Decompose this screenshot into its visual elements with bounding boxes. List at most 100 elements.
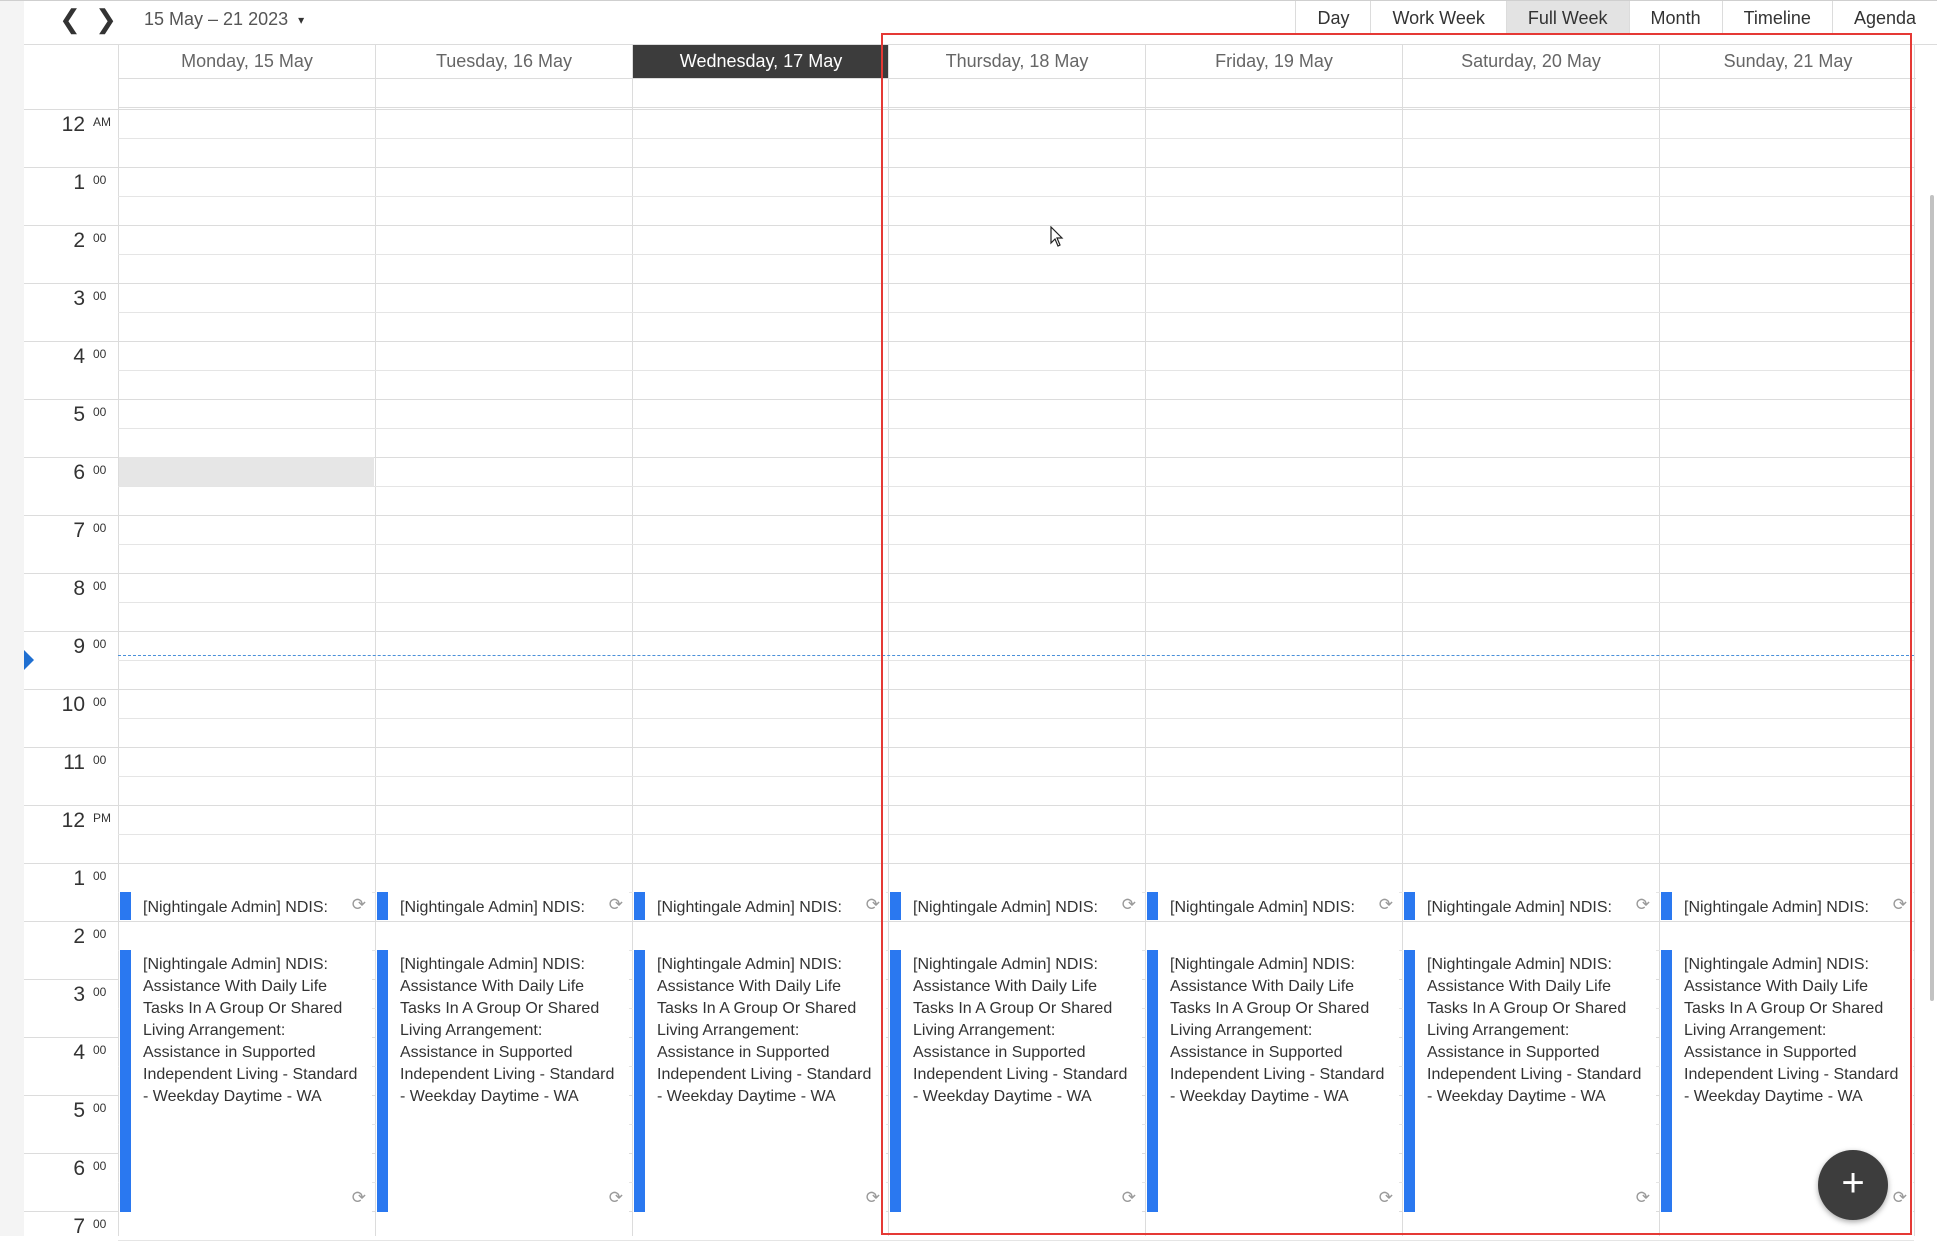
event-description: [Nightingale Admin] NDIS: Assistance With… <box>1170 954 1395 1108</box>
gutter-hour-line <box>24 979 118 980</box>
recurrence-icon: ⟳ <box>865 895 880 914</box>
recurrence-icon: ⟳ <box>608 1188 623 1207</box>
event-description-line: Tasks In A Group Or Shared <box>657 1000 857 1017</box>
event-color-bar <box>377 892 388 920</box>
all-day-cell[interactable] <box>375 78 632 108</box>
hour-number: 11 <box>63 751 85 774</box>
event-long[interactable]: [Nightingale Admin] NDIS: Assistance With… <box>889 950 1142 1212</box>
event-color-bar <box>120 950 131 1212</box>
all-day-cell[interactable] <box>632 78 889 108</box>
event-short[interactable]: [Nightingale Admin] NDIS: ⟳ <box>119 892 372 920</box>
event-long[interactable]: [Nightingale Admin] NDIS: Assistance With… <box>1403 950 1656 1212</box>
event-description-line: Independent Living - Standard <box>400 1066 615 1083</box>
event-short[interactable]: [Nightingale Admin] NDIS: ⟳ <box>1660 892 1913 920</box>
hour-number: 4 <box>73 345 85 368</box>
event-description-line: Assistance in Supported <box>143 1044 316 1061</box>
all-day-cell[interactable] <box>1402 78 1659 108</box>
all-day-cell[interactable] <box>118 78 375 108</box>
gutter-hour-line <box>24 1153 118 1154</box>
gutter-hour-line <box>24 341 118 342</box>
hour-line <box>118 457 1914 458</box>
hour-label: 6 00 <box>24 461 118 485</box>
event-short[interactable]: [Nightingale Admin] NDIS: ⟳ <box>376 892 629 920</box>
view-button-agenda[interactable]: Agenda <box>1831 0 1937 34</box>
event-description-line: - Weekday Daytime - WA <box>400 1088 579 1105</box>
day-header[interactable]: Friday, 19 May <box>1145 45 1402 78</box>
hour-number: 1 <box>73 867 85 890</box>
event-description-line: [Nightingale Admin] NDIS: <box>1170 956 1355 973</box>
event-description-line: [Nightingale Admin] NDIS: <box>400 956 585 973</box>
half-hour-line <box>118 196 1914 197</box>
half-hour-line <box>118 718 1914 719</box>
gutter-hour-line <box>24 747 118 748</box>
hour-number: 7 <box>73 519 85 542</box>
event-description-line: Living Arrangement: <box>1170 1022 1313 1039</box>
half-hour-line <box>118 486 1914 487</box>
hour-line <box>118 689 1914 690</box>
event-description-line: [Nightingale Admin] NDIS: <box>1427 956 1612 973</box>
event-long[interactable]: [Nightingale Admin] NDIS: Assistance With… <box>376 950 629 1212</box>
vertical-scrollbar[interactable] <box>1930 195 1934 1001</box>
hour-number: 4 <box>73 1041 85 1064</box>
hour-label: 2 00 <box>24 229 118 253</box>
hour-suffix: 00 <box>93 463 107 477</box>
hour-label: 4 00 <box>24 345 118 369</box>
view-button-full-week[interactable]: Full Week <box>1505 0 1629 34</box>
day-header[interactable]: Wednesday, 17 May <box>632 45 889 78</box>
hour-line <box>118 805 1914 806</box>
event-long[interactable]: [Nightingale Admin] NDIS: Assistance With… <box>119 950 372 1212</box>
recurrence-icon: ⟳ <box>351 895 366 914</box>
hour-label: 1 00 <box>24 867 118 891</box>
view-button-timeline[interactable]: Timeline <box>1721 0 1832 34</box>
gutter-hour-line <box>24 457 118 458</box>
event-short[interactable]: [Nightingale Admin] NDIS: ⟳ <box>889 892 1142 920</box>
hour-number: 6 <box>73 461 85 484</box>
date-range-label: 15 May – 21 2023 <box>144 9 289 29</box>
hour-label: 12 PM <box>24 809 118 833</box>
all-day-cell[interactable] <box>1145 78 1402 108</box>
half-hour-line <box>118 544 1914 545</box>
event-long[interactable]: [Nightingale Admin] NDIS: Assistance With… <box>633 950 886 1212</box>
selected-cell[interactable] <box>119 457 374 486</box>
hour-label: 3 00 <box>24 287 118 311</box>
day-header[interactable]: Saturday, 20 May <box>1402 45 1659 78</box>
hour-suffix: PM <box>93 811 111 825</box>
hour-label: 10 00 <box>24 693 118 717</box>
view-button-work-week[interactable]: Work Week <box>1370 0 1505 34</box>
event-description-line: - Weekday Daytime - WA <box>657 1088 836 1105</box>
hour-number: 7 <box>73 1215 85 1238</box>
event-description-line: Assistance in Supported <box>400 1044 573 1061</box>
event-description-line: Tasks In A Group Or Shared <box>400 1000 600 1017</box>
event-long[interactable]: [Nightingale Admin] NDIS: Assistance With… <box>1146 950 1399 1212</box>
gutter-hour-line <box>24 167 118 168</box>
chevron-left-icon[interactable]: ❮ <box>56 4 84 34</box>
date-range-picker[interactable]: 15 May – 21 2023 ▾ <box>144 9 304 30</box>
recurrence-icon: ⟳ <box>1378 895 1393 914</box>
event-description-line: - Weekday Daytime - WA <box>1684 1088 1863 1105</box>
hour-line <box>118 863 1914 864</box>
gutter-hour-line <box>24 1211 118 1212</box>
event-description-line: [Nightingale Admin] NDIS: <box>913 956 1098 973</box>
event-description-line: Assistance in Supported <box>1427 1044 1600 1061</box>
hour-line <box>118 341 1914 342</box>
event-color-bar <box>120 892 131 920</box>
day-header[interactable]: Monday, 15 May <box>118 45 375 78</box>
hour-number: 5 <box>73 1099 85 1122</box>
event-short[interactable]: [Nightingale Admin] NDIS: ⟳ <box>1403 892 1656 920</box>
day-header[interactable]: Sunday, 21 May <box>1659 45 1916 78</box>
hour-line <box>118 283 1914 284</box>
view-button-day[interactable]: Day <box>1295 0 1370 34</box>
add-event-button[interactable]: + <box>1818 1150 1888 1220</box>
day-header[interactable]: Thursday, 18 May <box>888 45 1145 78</box>
hour-number: 5 <box>73 403 85 426</box>
hour-label: 7 00 <box>24 519 118 543</box>
chevron-right-icon[interactable]: ❯ <box>92 4 120 34</box>
hour-suffix: 00 <box>93 1101 107 1115</box>
view-button-month[interactable]: Month <box>1628 0 1722 34</box>
event-short[interactable]: [Nightingale Admin] NDIS: ⟳ <box>1146 892 1399 920</box>
day-header[interactable]: Tuesday, 16 May <box>375 45 632 78</box>
half-hour-line <box>118 602 1914 603</box>
all-day-cell[interactable] <box>888 78 1145 108</box>
all-day-cell[interactable] <box>1659 78 1916 108</box>
event-short[interactable]: [Nightingale Admin] NDIS: ⟳ <box>633 892 886 920</box>
